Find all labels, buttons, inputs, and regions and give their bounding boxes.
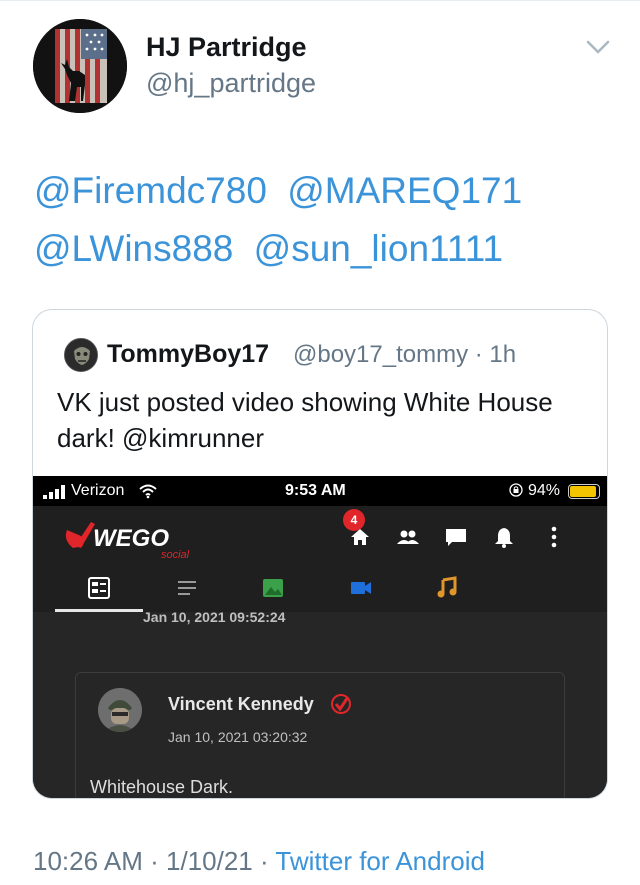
mention-link[interactable]: @sun_lion1111 [254,228,503,269]
tweet-time[interactable]: 10:26 AM [33,846,143,876]
display-name[interactable]: HJ Partridge [146,32,307,63]
tweet-date[interactable]: 1/10/21 [166,846,253,876]
post-author-name[interactable]: Vincent Kennedy [168,694,314,715]
messages-icon[interactable] [443,524,469,550]
battery-icon [568,484,600,499]
quoted-avatar [64,338,98,372]
svg-text:social: social [161,549,190,561]
quoted-media[interactable]: Verizon 9:53 AM 94% WEGO social 4 Jan 10… [33,476,607,798]
app-feed: Jan 10, 2021 09:52:24 Vincent Kennedy Ja… [33,609,607,798]
photo-icon[interactable] [261,576,285,600]
carrier-label: Verizon [71,482,125,499]
post-author-avatar[interactable] [98,688,142,732]
wego-logo[interactable]: WEGO social [61,516,211,562]
mention-link[interactable]: @MAREQ171 [287,170,522,211]
quoted-tweet[interactable]: TommyBoy17 @boy17_tommy · 1h VK just pos… [32,309,608,799]
friends-icon[interactable] [395,524,421,550]
battery-fill [570,486,597,497]
tweet-metadata: 10:26 AM · 1/10/21 · Twitter for Android [33,846,485,877]
chevron-down-icon[interactable] [585,38,611,56]
wifi-icon [139,484,157,499]
signal-icon [43,485,65,499]
previous-post-date: Jan 10, 2021 09:52:24 [143,609,286,625]
post-card[interactable]: Vincent Kennedy Jan 10, 2021 03:20:32 Wh… [75,672,565,798]
quoted-handle-time: @boy17_tommy · 1h [293,341,517,368]
phone-time: 9:53 AM [285,482,346,499]
post-date: Jan 10, 2021 03:20:32 [168,729,308,745]
svg-text:WEGO: WEGO [93,525,169,552]
mention-link[interactable]: @Firemdc780 [34,170,267,211]
battery-percent: 94% [528,482,561,499]
video-icon[interactable] [349,576,373,600]
verified-check-icon [331,694,351,714]
feed-icon[interactable] [87,576,111,600]
tweet-source-link[interactable]: Twitter for Android [275,846,485,876]
mention-link[interactable]: @LWins888 [34,228,233,269]
profile-avatar[interactable] [33,19,127,113]
quoted-text: VK just posted video showing White House… [57,387,553,453]
meta-separator: · [150,846,159,876]
post-text: Whitehouse Dark. [90,777,234,797]
app-header: WEGO social 4 [33,506,607,566]
notification-count-badge: 4 [343,509,365,531]
phone-status-bar: Verizon 9:53 AM 94% [33,476,607,506]
list-icon[interactable] [175,576,199,600]
top-divider [0,0,640,1]
meta-separator: · [259,846,269,876]
tweet-body: @Firemdc780 @MAREQ171 @LWins888 @sun_lio… [34,162,614,278]
quoted-display-name: TommyBoy17 [107,340,270,368]
user-handle[interactable]: @hj_partridge [146,68,316,99]
rotation-lock-icon [509,483,523,497]
bell-icon[interactable] [491,524,517,550]
more-menu-icon[interactable] [541,524,567,550]
app-tab-bar [33,566,607,612]
music-icon[interactable] [435,576,459,600]
